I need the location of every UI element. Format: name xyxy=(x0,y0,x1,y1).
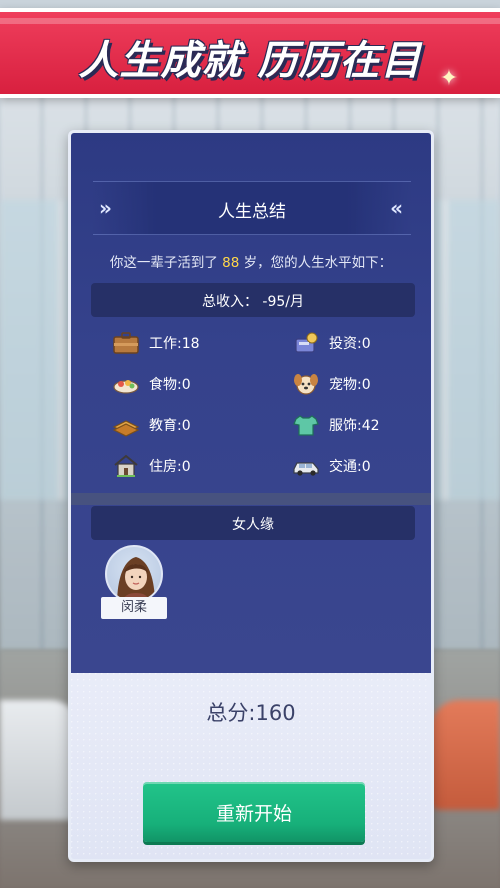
stat-investment-label: 投资:0 xyxy=(329,336,371,352)
top-banner: 人生成就 历历在目 ✦ xyxy=(0,8,500,98)
stat-pet: 宠物:0 xyxy=(291,369,371,399)
stat-housing-label: 住房:0 xyxy=(149,459,191,475)
stat-clothing-label: 服饰:42 xyxy=(329,418,380,434)
car-icon xyxy=(291,453,321,479)
avatar xyxy=(105,545,163,603)
age-value: 88 xyxy=(222,255,240,271)
banner-title: 人生成就 历历在目 xyxy=(78,38,422,84)
stat-transport: 交通:0 xyxy=(291,451,371,481)
food-icon xyxy=(111,371,141,397)
lifespan-suffix: 岁，您的人生水平如下： xyxy=(239,255,393,271)
stat-investment: 投资:0 xyxy=(291,328,371,358)
stat-pet-label: 宠物:0 xyxy=(329,377,371,393)
lifespan-text: 你这一辈子活到了 88 岁，您的人生水平如下： xyxy=(71,251,431,271)
stat-work-label: 工作:18 xyxy=(149,336,200,352)
summary-header: » 人生总结 « xyxy=(93,181,411,235)
stat-transport-label: 交通:0 xyxy=(329,459,371,475)
total-score: 总分:160 xyxy=(206,701,296,725)
partner-name: 闵柔 xyxy=(101,597,167,619)
stat-education: 教育:0 xyxy=(111,410,191,440)
total-income: 总收入： -95/月 xyxy=(201,294,305,310)
relationships-title: 女人缘 xyxy=(232,517,274,533)
stat-work: 工作:18 xyxy=(111,328,200,358)
sparkle-icon: ✦ xyxy=(439,66,459,91)
chevron-left-icon: « xyxy=(390,196,403,220)
shirt-icon xyxy=(291,412,321,438)
score-section: 总分:160 重新开始 xyxy=(71,673,431,859)
stat-clothing: 服饰:42 xyxy=(291,410,380,440)
house-icon xyxy=(111,453,141,479)
relationships-header: 女人缘 xyxy=(91,506,415,540)
life-summary-panel: » 人生总结 « 你这一辈子活到了 88 岁，您的人生水平如下： 总收入： -9… xyxy=(68,130,434,862)
summary-title: 人生总结 xyxy=(218,202,286,222)
section-divider xyxy=(71,493,431,505)
lifespan-prefix: 你这一辈子活到了 xyxy=(109,255,223,271)
stat-housing: 住房:0 xyxy=(111,451,191,481)
stats-grid: 工作:18 投资:0 食物:0 宠物:0 教育:0 服饰:42 住房:0 交通:… xyxy=(111,328,411,498)
partner-card[interactable]: 闵柔 xyxy=(101,545,167,619)
dog-icon xyxy=(291,371,321,397)
stat-food: 食物:0 xyxy=(111,369,191,399)
investment-icon xyxy=(291,330,321,356)
stat-food-label: 食物:0 xyxy=(149,377,191,393)
briefcase-icon xyxy=(111,330,141,356)
background-car-right xyxy=(430,700,500,810)
income-bar: 总收入： -95/月 xyxy=(91,283,415,317)
summary-section: » 人生总结 « 你这一辈子活到了 88 岁，您的人生水平如下： 总收入： -9… xyxy=(71,133,431,673)
stat-education-label: 教育:0 xyxy=(149,418,191,434)
restart-button[interactable]: 重新开始 xyxy=(143,782,365,842)
book-icon xyxy=(111,412,141,438)
